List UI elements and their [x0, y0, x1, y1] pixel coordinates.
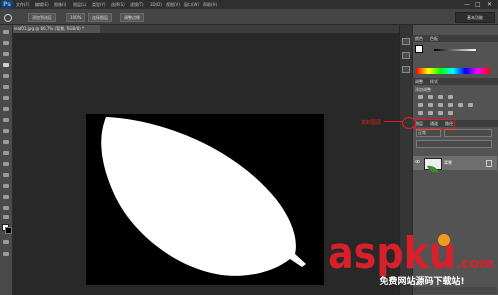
lock-icon — [486, 160, 492, 167]
aspku-watermark-logo: aspku .com — [328, 228, 494, 276]
annotation-arrow-line — [384, 121, 402, 122]
crop-tool-icon[interactable] — [3, 74, 9, 78]
tab-styles[interactable]: 样式 — [430, 78, 438, 85]
vibrance-icon[interactable] — [418, 103, 423, 107]
photo-filter-icon[interactable] — [458, 103, 463, 107]
eraser-tool-icon[interactable] — [3, 140, 9, 144]
menu-window[interactable]: 窗口(W) — [184, 0, 199, 9]
layer-name[interactable]: 背景 — [444, 157, 452, 169]
history-panel-icon[interactable] — [402, 38, 410, 45]
blur-tool-icon[interactable] — [3, 162, 9, 166]
layers-footer-bar — [413, 287, 497, 294]
color-panel-swatch[interactable] — [415, 45, 423, 53]
watermark-subtitle: 免费网站源码下载站! — [379, 277, 465, 287]
menu-layer[interactable]: 图层(L) — [73, 0, 86, 9]
lock-fill-row[interactable] — [416, 140, 492, 148]
menu-3d[interactable]: 3D(D) — [150, 0, 162, 9]
quick-mask-icon[interactable] — [3, 240, 9, 244]
eyedropper-tool-icon[interactable] — [3, 85, 9, 89]
feather-field[interactable]: 100% — [66, 13, 86, 22]
refine-edge-button[interactable]: 调整边缘 — [120, 13, 144, 22]
maximize-button[interactable]: □ — [475, 0, 481, 9]
blend-mode-select[interactable]: 正常 — [416, 129, 441, 137]
brush-tool-icon[interactable] — [3, 107, 9, 111]
menu-filter[interactable]: 滤镜(T) — [130, 0, 144, 9]
channel-mixer-icon[interactable] — [468, 103, 473, 107]
color-spectrum-bar[interactable] — [416, 68, 490, 74]
adjustments-panel-tabs — [412, 78, 498, 85]
type-tool-icon[interactable] — [3, 195, 9, 199]
hue-saturation-icon[interactable] — [428, 103, 433, 107]
document-tab[interactable]: leaf01.jpg @ 66.7% (背景, RGB/8) * — [12, 25, 100, 33]
history-brush-tool-icon[interactable] — [3, 129, 9, 133]
leaf-mask-image — [101, 117, 306, 276]
path-selection-tool-icon[interactable] — [3, 206, 9, 210]
screen-mode-icon[interactable] — [3, 252, 9, 256]
move-tool-icon[interactable] — [3, 30, 9, 34]
properties-panel-icon[interactable] — [402, 52, 410, 59]
layer-thumbnail — [424, 158, 442, 173]
visibility-eye-icon[interactable] — [415, 159, 420, 164]
healing-brush-tool-icon[interactable] — [3, 96, 9, 100]
opacity-field[interactable] — [444, 129, 492, 137]
selection-mode-select[interactable]: 添加到选区 — [28, 13, 56, 22]
menu-image[interactable]: 图像(I) — [54, 0, 66, 9]
photoshop-logo: Ps — [1, 0, 13, 9]
close-button[interactable]: ✕ — [487, 0, 492, 9]
annotation-label: 复制图层 — [361, 120, 382, 126]
posterize-icon[interactable] — [428, 111, 433, 115]
exposure-icon[interactable] — [448, 95, 453, 99]
menu-view[interactable]: 视图(V) — [166, 0, 180, 9]
menu-type[interactable]: 类型(Y) — [92, 0, 106, 9]
quick-selection-tool-icon[interactable] — [3, 63, 9, 67]
gradient-tool-icon[interactable] — [3, 151, 9, 155]
menu-file[interactable]: 文件(F) — [16, 0, 29, 9]
marquee-tool-icon[interactable] — [3, 41, 9, 45]
tab-swatches[interactable]: 色板 — [430, 35, 438, 42]
clone-stamp-tool-icon[interactable] — [3, 118, 9, 122]
pen-tool-icon[interactable] — [3, 184, 9, 188]
threshold-icon[interactable] — [438, 111, 443, 115]
gradient-map-icon[interactable] — [448, 111, 453, 115]
minimize-button[interactable]: — — [464, 0, 470, 9]
brightness-icon[interactable] — [418, 95, 423, 99]
sample-all-layers-button[interactable]: 连接图层 — [88, 13, 112, 22]
dodge-tool-icon[interactable] — [3, 173, 9, 177]
menu-edit[interactable]: 编辑(E) — [35, 0, 49, 9]
levels-icon[interactable] — [428, 95, 433, 99]
workspace-select[interactable]: 基本功能 — [455, 12, 495, 23]
annotation-circle — [402, 117, 416, 129]
background-color-swatch[interactable] — [5, 227, 12, 234]
adjustments-title: 添加调整 — [415, 87, 431, 92]
color-balance-icon[interactable] — [438, 103, 443, 107]
svg-text:.com: .com — [456, 256, 494, 272]
color-panel-tabs — [412, 35, 498, 42]
black-white-icon[interactable] — [448, 103, 453, 107]
menu-select[interactable]: 选择(S) — [111, 0, 125, 9]
hand-tool-icon[interactable] — [3, 215, 9, 219]
tab-adjustments[interactable]: 调整 — [415, 78, 423, 85]
document-canvas[interactable] — [86, 114, 324, 285]
curves-icon[interactable] — [438, 95, 443, 99]
lasso-tool-icon[interactable] — [3, 52, 9, 56]
svg-text:aspku: aspku — [328, 228, 456, 276]
character-panel-icon[interactable] — [402, 66, 410, 73]
color-slider[interactable] — [434, 49, 476, 51]
annotation-box — [415, 119, 455, 129]
quick-selection-tool-icon[interactable] — [4, 14, 12, 22]
tab-color[interactable]: 颜色 — [415, 35, 423, 42]
menu-help[interactable]: 帮助(H) — [203, 0, 217, 9]
invert-icon[interactable] — [418, 111, 423, 115]
